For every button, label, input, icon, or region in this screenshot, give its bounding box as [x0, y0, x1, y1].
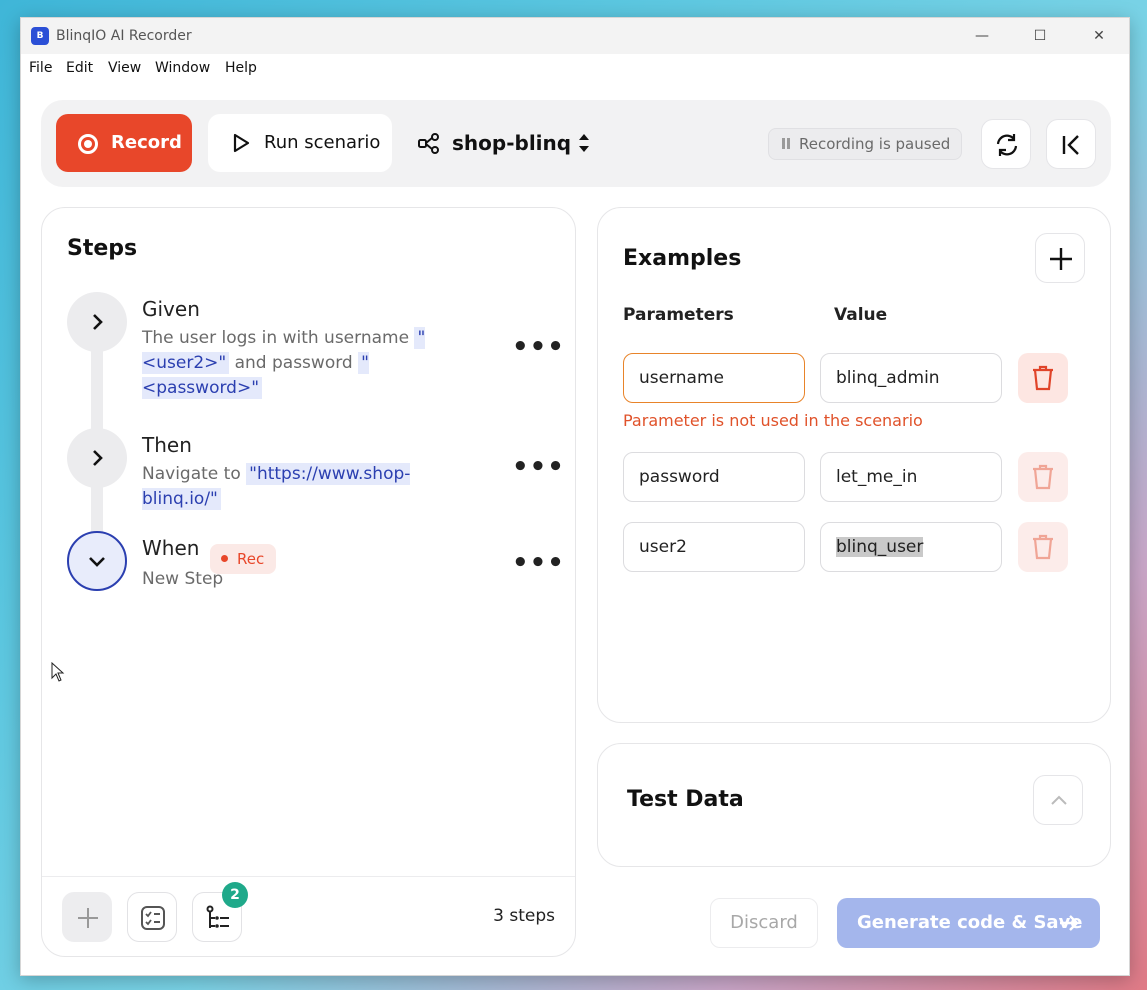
- checklist-icon: [141, 906, 165, 930]
- branch-steps-button[interactable]: 2: [192, 882, 248, 942]
- recording-status-text: Recording is paused: [799, 135, 951, 153]
- collapse-step-when-button[interactable]: [67, 531, 127, 591]
- expand-step-given-button[interactable]: [67, 292, 127, 352]
- trash-icon: [1033, 365, 1053, 391]
- add-example-button[interactable]: [1035, 233, 1085, 283]
- close-window-button[interactable]: ✕: [1076, 24, 1122, 48]
- toggle-test-data-button[interactable]: [1033, 775, 1083, 825]
- maximize-button[interactable]: ☐: [1017, 24, 1063, 48]
- run-scenario-button[interactable]: Run scenario: [208, 114, 392, 172]
- pause-icon: [782, 138, 790, 149]
- selected-value-text: blinq_user: [836, 537, 924, 557]
- play-icon: [233, 133, 250, 153]
- steps-panel: Steps Given The user logs in with userna…: [41, 207, 576, 957]
- examples-title: Examples: [623, 246, 742, 271]
- steps-count: 3 steps: [493, 906, 555, 926]
- window-title: BlinqIO AI Recorder: [56, 28, 192, 44]
- menu-window[interactable]: Window: [155, 60, 210, 76]
- refresh-button[interactable]: [981, 119, 1031, 169]
- app-logo-icon: B: [31, 27, 49, 45]
- step-description: Navigate to "https://www.shop-blinq.io/": [142, 462, 427, 512]
- chevron-up-icon: [1051, 795, 1067, 805]
- value-input[interactable]: let_me_in: [820, 452, 1002, 502]
- generate-label: Generate code & Save: [857, 912, 1083, 933]
- checklist-button[interactable]: [127, 892, 177, 942]
- minimize-button[interactable]: —: [959, 24, 1005, 48]
- step-keyword: When: [142, 536, 200, 560]
- parameter-input[interactable]: username: [623, 353, 805, 403]
- step-keyword: Then: [142, 433, 192, 457]
- mouse-cursor-icon: [51, 662, 65, 682]
- discard-button[interactable]: Discard: [710, 898, 818, 948]
- chevron-right-icon: [93, 314, 103, 330]
- steps-footer-divider: [42, 876, 575, 877]
- menu-help[interactable]: Help: [225, 60, 257, 76]
- title-bar: B BlinqIO AI Recorder — ☐ ✕: [21, 18, 1129, 54]
- delete-row-button[interactable]: [1018, 353, 1068, 403]
- column-header-value: Value: [834, 305, 888, 325]
- refresh-icon: [996, 134, 1018, 156]
- menu-view[interactable]: View: [108, 60, 141, 76]
- delete-row-button[interactable]: [1018, 522, 1068, 572]
- step-keyword: Given: [142, 297, 200, 321]
- examples-panel: Examples Parameters Value username blinq…: [597, 207, 1111, 723]
- parameter-error-message: Parameter is not used in the scenario: [623, 411, 923, 430]
- menu-edit[interactable]: Edit: [66, 60, 93, 76]
- record-label: Record: [111, 132, 182, 153]
- step-description: New Step: [142, 569, 224, 589]
- project-selector[interactable]: shop-blinq: [417, 114, 597, 172]
- arrow-right-icon: [1060, 915, 1079, 931]
- step-menu-button[interactable]: •••: [512, 548, 565, 578]
- app-window: B BlinqIO AI Recorder — ☐ ✕ File Edit Vi…: [20, 17, 1130, 976]
- steps-title: Steps: [67, 236, 138, 261]
- delete-row-button[interactable]: [1018, 452, 1068, 502]
- trash-icon: [1033, 464, 1053, 490]
- test-data-title: Test Data: [627, 787, 744, 812]
- test-data-panel: Test Data: [597, 743, 1111, 867]
- menu-file[interactable]: File: [29, 60, 52, 76]
- generate-code-save-button[interactable]: Generate code & Save: [837, 898, 1100, 948]
- record-button[interactable]: Record: [56, 114, 192, 172]
- value-input[interactable]: blinq_admin: [820, 353, 1002, 403]
- expand-step-then-button[interactable]: [67, 428, 127, 488]
- project-name: shop-blinq: [452, 131, 572, 155]
- step-menu-button[interactable]: •••: [512, 452, 565, 482]
- plus-icon: [1050, 248, 1072, 270]
- step-text-part: The user logs in with username: [142, 328, 415, 348]
- collapse-left-icon: [1062, 135, 1079, 155]
- menu-bar: File Edit View Window Help: [21, 54, 1129, 82]
- rec-dot-icon: [221, 555, 228, 562]
- record-icon: [78, 134, 98, 154]
- recording-status-badge: Recording is paused: [768, 128, 963, 160]
- step-description: The user logs in with username "<user2>"…: [142, 326, 432, 401]
- recorder-toolbar: Record Run scenario shop-blinq Recording: [41, 100, 1111, 187]
- collapse-panel-button[interactable]: [1046, 119, 1096, 169]
- add-step-button[interactable]: [62, 892, 112, 942]
- project-graph-icon: [418, 133, 439, 154]
- step-text-part: Navigate to: [142, 464, 247, 484]
- branch-list-icon: [206, 905, 229, 928]
- value-input[interactable]: blinq_user: [820, 522, 1002, 572]
- plus-icon: [78, 908, 98, 928]
- trash-icon: [1033, 534, 1053, 560]
- count-badge: 2: [222, 882, 248, 908]
- chevron-up-down-icon: [579, 134, 589, 152]
- chevron-down-icon: [89, 557, 105, 567]
- parameter-input[interactable]: user2: [623, 522, 805, 572]
- step-text-part: and password: [229, 353, 359, 373]
- rec-badge-label: Rec: [237, 550, 265, 568]
- step-menu-button[interactable]: •••: [512, 332, 565, 362]
- chevron-right-icon: [93, 450, 103, 466]
- run-scenario-label: Run scenario: [264, 132, 381, 153]
- column-header-parameters: Parameters: [623, 305, 734, 325]
- parameter-input[interactable]: password: [623, 452, 805, 502]
